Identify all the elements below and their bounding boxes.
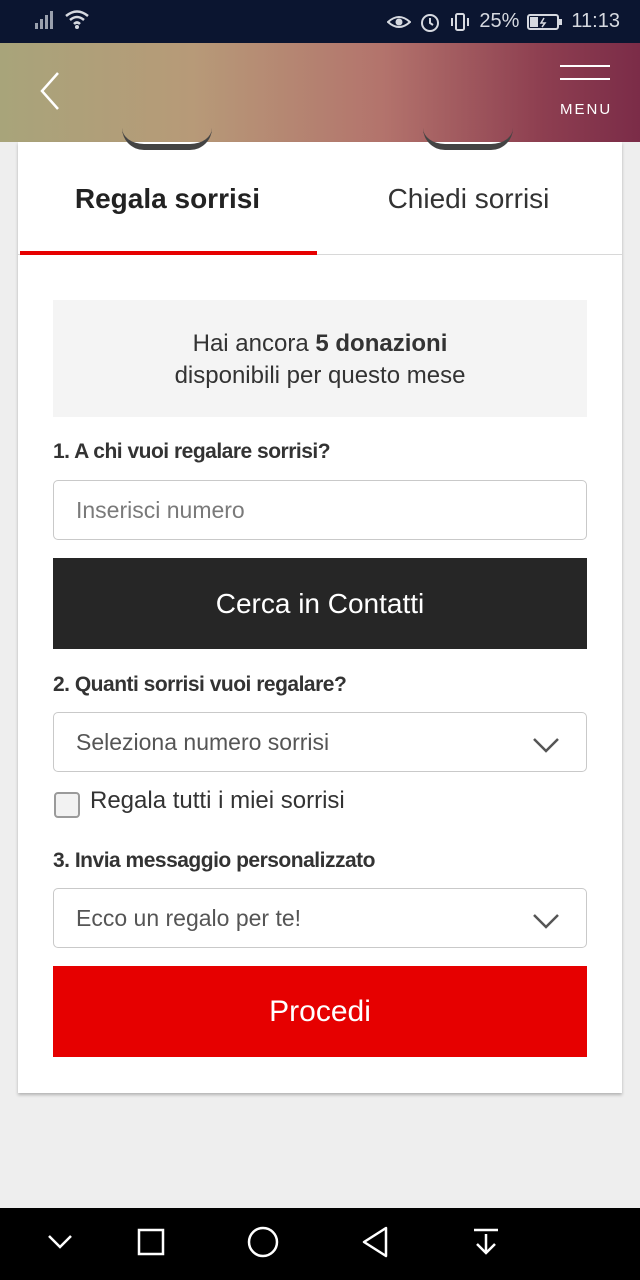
message-select[interactable]: Ecco un regalo per te! [53, 888, 587, 948]
phone-number-placeholder: Inserisci numero [76, 496, 245, 523]
info-highlight: 5 donazioni [315, 330, 448, 357]
nav-home-button[interactable] [243, 1226, 283, 1262]
hamburger-icon [560, 65, 610, 67]
signal-icon [34, 8, 56, 35]
nav-notifications-button[interactable] [466, 1226, 506, 1262]
give-all-checkbox[interactable] [54, 792, 80, 818]
chevron-down-icon [532, 733, 560, 760]
donation-card: Regala sorrisi Chiedi sorrisi Hai ancora… [18, 142, 622, 1093]
menu-label: MENU [560, 101, 613, 118]
search-contacts-button[interactable]: Cerca in Contatti [53, 558, 587, 649]
tab-regala-sorrisi[interactable]: Regala sorrisi [18, 142, 317, 255]
square-icon [137, 1228, 165, 1261]
app-header: MENU [0, 43, 640, 142]
triangle-back-icon [361, 1226, 389, 1263]
alarm-icon [419, 11, 441, 33]
chevron-down-icon [47, 1234, 73, 1255]
battery-percent: 25% [479, 10, 520, 32]
tab-label: Chiedi sorrisi [387, 182, 550, 214]
tab-bar: Regala sorrisi Chiedi sorrisi [18, 142, 622, 255]
donations-info-box: Hai ancora 5 donazioni disponibili per q… [53, 300, 587, 417]
step2-label: 2. Quanti sorrisi vuoi regalare? [53, 673, 347, 696]
circle-icon [247, 1226, 279, 1263]
give-all-label: Regala tutti i miei sorrisi [90, 787, 345, 814]
back-button[interactable] [30, 69, 70, 117]
vibrate-icon [449, 11, 471, 33]
chevron-down-icon [532, 909, 560, 936]
battery-icon [527, 13, 563, 31]
nav-back-button[interactable] [355, 1226, 395, 1262]
menu-button[interactable]: MENU [560, 65, 614, 125]
status-bar: 25% 11:13 [0, 0, 640, 43]
nav-recents-button[interactable] [131, 1226, 171, 1262]
smiles-count-select[interactable]: Seleziona numero sorrisi [53, 712, 587, 772]
system-nav-bar [0, 1208, 640, 1280]
step3-label: 3. Invia messaggio personalizzato [53, 849, 375, 872]
smiles-select-value: Seleziona numero sorrisi [76, 728, 330, 755]
tab-chiedi-sorrisi[interactable]: Chiedi sorrisi [319, 142, 618, 255]
message-select-value: Ecco un regalo per te! [76, 904, 302, 931]
phone-number-input[interactable]: Inserisci numero [53, 480, 587, 540]
info-prefix: Hai ancora [192, 330, 316, 357]
download-icon [472, 1227, 500, 1262]
tab-label: Regala sorrisi [74, 182, 261, 214]
wifi-icon [64, 8, 90, 35]
nav-hide-button[interactable] [40, 1226, 80, 1262]
chevron-left-icon [39, 71, 61, 116]
info-suffix: disponibili per questo mese [174, 362, 466, 389]
eye-icon [387, 13, 412, 31]
proceed-button[interactable]: Procedi [53, 966, 587, 1057]
give-all-row: Regala tutti i miei sorrisi [54, 787, 345, 818]
clock: 11:13 [571, 10, 620, 32]
step1-label: 1. A chi vuoi regalare sorrisi? [53, 440, 331, 463]
